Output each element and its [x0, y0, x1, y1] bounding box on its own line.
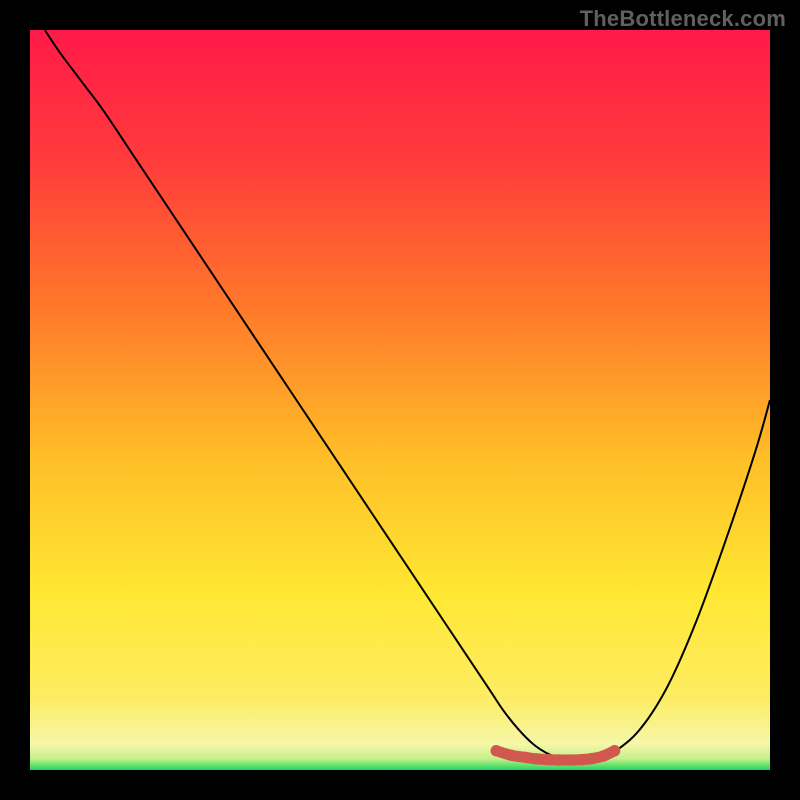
marker-dot: [531, 753, 542, 764]
marker-dot: [520, 752, 531, 763]
chart-svg: [30, 30, 770, 770]
plot-area: [30, 30, 770, 770]
marker-dot: [598, 750, 609, 761]
marker-dot: [576, 754, 587, 765]
marker-dot: [542, 754, 553, 765]
marker-dot: [587, 753, 598, 764]
chart-container: TheBottleneck.com: [0, 0, 800, 800]
marker-dot: [553, 754, 564, 765]
marker-dot: [505, 750, 516, 761]
marker-dot: [565, 754, 576, 765]
watermark-text: TheBottleneck.com: [580, 6, 786, 32]
marker-dot: [609, 745, 620, 756]
gradient-background: [30, 30, 770, 770]
marker-dot: [491, 745, 502, 756]
